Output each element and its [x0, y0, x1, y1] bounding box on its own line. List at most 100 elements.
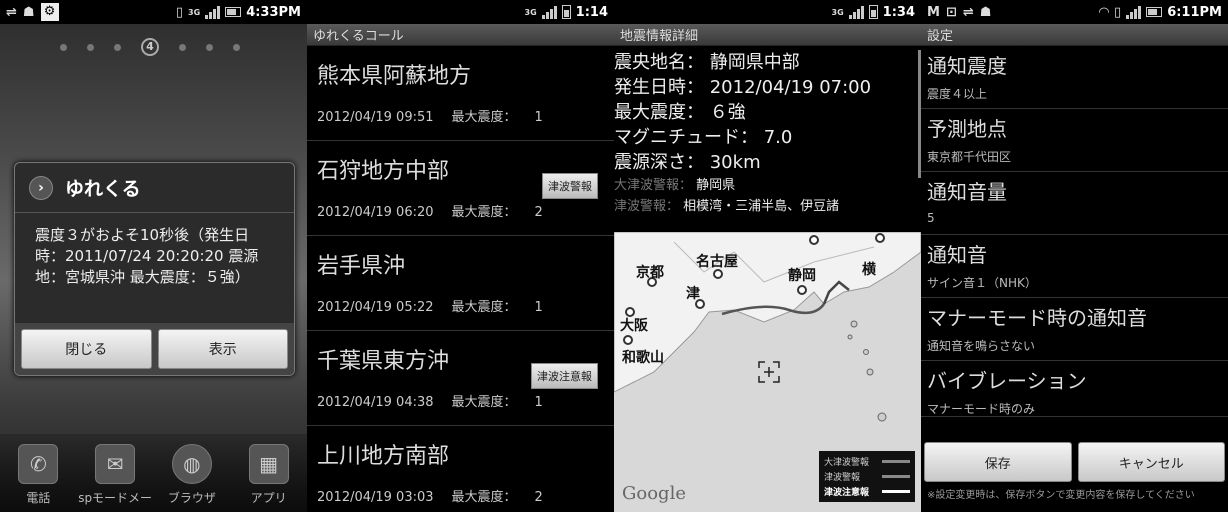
detail-label: マグニチュード： — [614, 127, 758, 148]
city-label: 津 — [686, 285, 700, 302]
detail-value: 静岡県 — [696, 178, 736, 193]
max-label: 最大震度： — [451, 110, 517, 125]
max-label: 最大震度： — [451, 300, 517, 315]
max-value: 2 — [534, 205, 543, 220]
app-notification-icon: ⚙ — [40, 3, 59, 21]
detail-panel: 震央地名： 静岡県中部 発生日時： 2012/04/19 07:00 最大震度：… — [614, 46, 921, 217]
mail-icon[interactable]: ✉ — [95, 444, 136, 484]
max-value: 1 — [534, 395, 543, 410]
detail-label: 津波警報： — [614, 199, 680, 214]
phone-icon[interactable]: ✆ — [18, 444, 59, 484]
legend-label: 大津波警報 — [824, 458, 870, 468]
globe-icon[interactable]: ◍ — [171, 444, 212, 484]
setting-value: サイン音１（NHK） — [927, 276, 1037, 290]
city-label: 京都 — [636, 264, 664, 281]
show-button[interactable]: 表示 — [157, 329, 288, 369]
map-legend: 大津波警報 津波警報 津波注意報 — [819, 451, 915, 502]
battery-icon — [868, 5, 878, 19]
status-bar: ⇌ ☗ ⚙ ▯ 3G 4:33PM — [0, 0, 307, 24]
list-item[interactable]: 岩手県沖 2012/04/19 05:22 最大震度： 1 — [307, 236, 614, 331]
city-label: 名古屋 — [696, 253, 738, 270]
detail-label: 震央地名： — [614, 52, 704, 73]
max-value: 1 — [534, 300, 543, 315]
status-time: 6:11PM — [1167, 4, 1222, 20]
legend-label: 津波注意報 — [824, 488, 870, 498]
page-indicator: 4 — [60, 38, 240, 56]
setting-value: 5 — [927, 211, 935, 225]
alert-dialog: › ゆれくる 震度３がおよそ10秒後（発生日時：2011/07/24 20:20… — [14, 162, 295, 376]
usb-icon: ⇌ — [6, 4, 17, 20]
max-value: 1 — [534, 110, 543, 125]
android-icon: ☗ — [22, 4, 35, 20]
city-label: 静岡 — [788, 267, 816, 284]
signal-icon — [848, 5, 864, 19]
battery-icon — [1146, 7, 1163, 17]
alert-list-screen: 3G 1:14 ゆれくるコール 熊本県阿蘇地方 2012/04/19 09:51… — [307, 0, 614, 512]
status-time: 1:14 — [575, 4, 608, 20]
save-button[interactable]: 保存 — [924, 442, 1072, 482]
setting-title: 通知震度 — [927, 54, 1007, 78]
city-label: 和歌山 — [622, 349, 664, 366]
setting-title: 通知音 — [927, 243, 987, 267]
detail-value: 相模湾・三浦半島、伊豆諸 — [683, 199, 840, 214]
battery-icon — [561, 5, 571, 19]
wifi-icon: ◠ — [1099, 4, 1110, 20]
datetime: 2012/04/19 03:03 — [317, 490, 434, 505]
grid-icon[interactable]: ▦ — [248, 444, 289, 484]
max-label: 最大震度： — [451, 205, 517, 220]
signal-icon — [1126, 5, 1142, 19]
map[interactable]: 京都 名古屋 静岡 津 大阪 和歌山 横 大津波警報 津波警報 津波注意報 Go… — [614, 232, 921, 512]
dialog-title: ゆれくる — [65, 178, 141, 200]
setting-item[interactable]: 通知音量 5 — [921, 172, 1228, 235]
legend-label: 津波警報 — [824, 473, 861, 483]
scrollbar[interactable] — [918, 50, 921, 178]
setting-item[interactable]: 予測地点 東京都千代田区 — [921, 109, 1228, 172]
map-attribution: Google — [622, 483, 686, 504]
screen-title: ゆれくるコール — [307, 24, 614, 46]
setting-item[interactable]: 通知音 サイン音１（NHK） — [921, 235, 1228, 298]
tsunami-badge: 津波注意報 — [531, 363, 598, 389]
dock: ✆ ✉ ◍ ▦ 電話 spモードメー ブラウザ アプリ — [0, 434, 307, 512]
list-item[interactable]: 熊本県阿蘇地方 2012/04/19 09:51 最大震度： 1 — [307, 46, 614, 141]
setting-item[interactable]: バイブレーション マナーモード時のみ — [921, 361, 1228, 417]
detail-label: 最大震度： — [614, 102, 704, 123]
screen-title: 地震情報詳細 — [614, 24, 921, 46]
detail-value: 2012/04/19 07:00 — [709, 77, 872, 98]
legend-swatch — [882, 490, 910, 493]
quake-detail-screen: 3G 1:34 地震情報詳細 震央地名： 静岡県中部 発生日時： 2012/04… — [614, 0, 921, 512]
battery-icon — [225, 7, 242, 17]
settings-screen: M ⊡ ⇌ ☗ ◠ ▯ 6:11PM 設定 通知震度 震度４以上 予測地点 東京… — [921, 0, 1228, 512]
screen-title: 設定 — [921, 24, 1228, 46]
setting-title: 予測地点 — [927, 117, 1007, 141]
android-icon: ☗ — [979, 4, 992, 20]
detail-value: ６強 — [709, 102, 746, 123]
close-button[interactable]: 閉じる — [21, 329, 152, 369]
place-name: 岩手県沖 — [317, 254, 406, 279]
tsunami-badge: 津波警報 — [542, 173, 598, 199]
setting-value: 東京都千代田区 — [927, 150, 1012, 164]
setting-item[interactable]: マナーモード時の通知音 通知音を鳴らさない — [921, 298, 1228, 361]
home-screen: ⇌ ☗ ⚙ ▯ 3G 4:33PM 4 › ゆれくる 震度３がおよそ10秒後（発… — [0, 0, 307, 512]
list-item[interactable]: 石狩地方中部 津波警報 2012/04/19 06:20 最大震度： 2 — [307, 141, 614, 236]
max-label: 最大震度： — [451, 395, 517, 410]
list-item[interactable]: 千葉県東方沖 津波注意報 2012/04/19 04:38 最大震度： 1 — [307, 331, 614, 426]
network-3g-icon: 3G — [831, 7, 844, 17]
setting-value: 通知音を鳴らさない — [927, 339, 1036, 353]
place-name: 上川地方南部 — [317, 444, 450, 469]
detail-value: 静岡県中部 — [709, 52, 800, 73]
setting-item[interactable]: 通知震度 震度４以上 — [921, 46, 1228, 109]
detail-label: 震源深さ： — [614, 152, 704, 173]
vibrate-icon: ▯ — [1114, 4, 1122, 20]
setting-title: バイブレーション — [927, 369, 1087, 393]
signal-icon — [541, 5, 557, 19]
network-3g-icon: 3G — [188, 7, 201, 17]
status-bar: M ⊡ ⇌ ☗ ◠ ▯ 6:11PM — [921, 0, 1228, 24]
datetime: 2012/04/19 09:51 — [317, 110, 434, 125]
max-value: 2 — [534, 490, 543, 505]
cancel-button[interactable]: キャンセル — [1077, 442, 1225, 482]
place-name: 熊本県阿蘇地方 — [317, 64, 472, 89]
list-item[interactable]: 上川地方南部 2012/04/19 03:03 最大震度： 2 — [307, 426, 614, 512]
setting-title: 通知音量 — [927, 180, 1007, 204]
datetime: 2012/04/19 04:38 — [317, 395, 434, 410]
gmail-icon: M — [927, 4, 940, 20]
